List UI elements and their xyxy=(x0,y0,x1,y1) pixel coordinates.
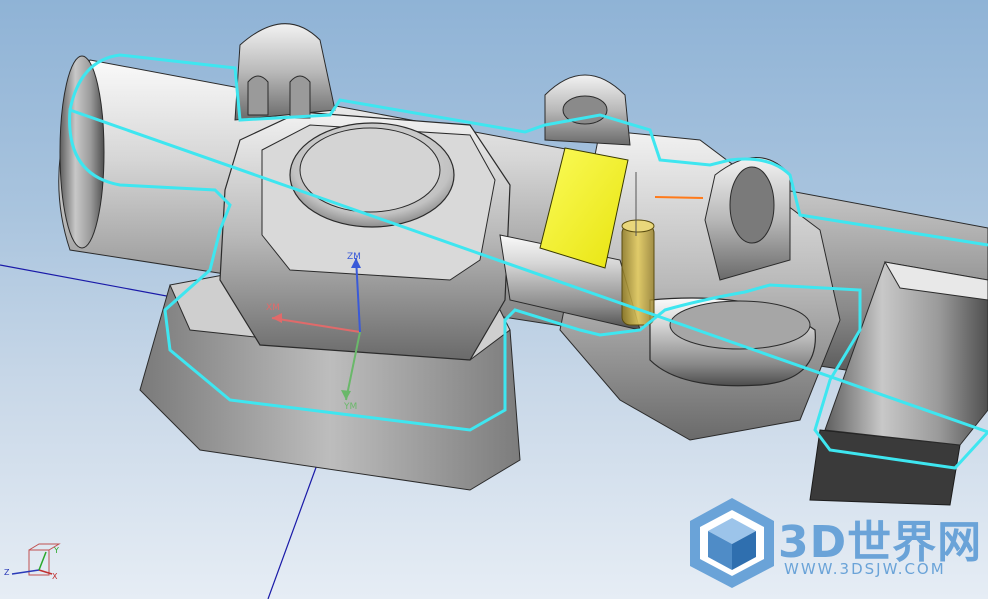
right-ring-lug-hole xyxy=(729,166,775,244)
selected-cylinder-top xyxy=(621,219,655,233)
top-left-lug-slot-2 xyxy=(289,75,311,119)
zm-axis-label: ZM xyxy=(347,252,361,262)
watermark: 3D世界网 WWW.3DSJW.COM xyxy=(686,496,986,592)
elbow-pipe-opening xyxy=(669,300,811,350)
cad-viewport[interactable]: XM YM ZM Z X Y 3D世界网 WWW.3DSJW.COM xyxy=(0,0,988,599)
ym-axis-label: YM xyxy=(344,402,358,412)
datum-axis-line-vertical xyxy=(267,461,319,599)
shaft-left-end-cap xyxy=(59,55,105,249)
top-left-lug-slot-1 xyxy=(247,75,269,116)
triad-z-label: Z xyxy=(4,568,10,577)
watermark-cube-logo xyxy=(690,498,774,588)
orange-edge xyxy=(654,196,704,199)
watermark-url: WWW.3DSJW.COM xyxy=(784,560,946,578)
triad-x-label: X xyxy=(52,572,58,581)
triad-y-label: Y xyxy=(54,546,59,555)
xm-axis-label: XM xyxy=(266,303,280,313)
orientation-triad: Z X Y xyxy=(4,540,64,595)
